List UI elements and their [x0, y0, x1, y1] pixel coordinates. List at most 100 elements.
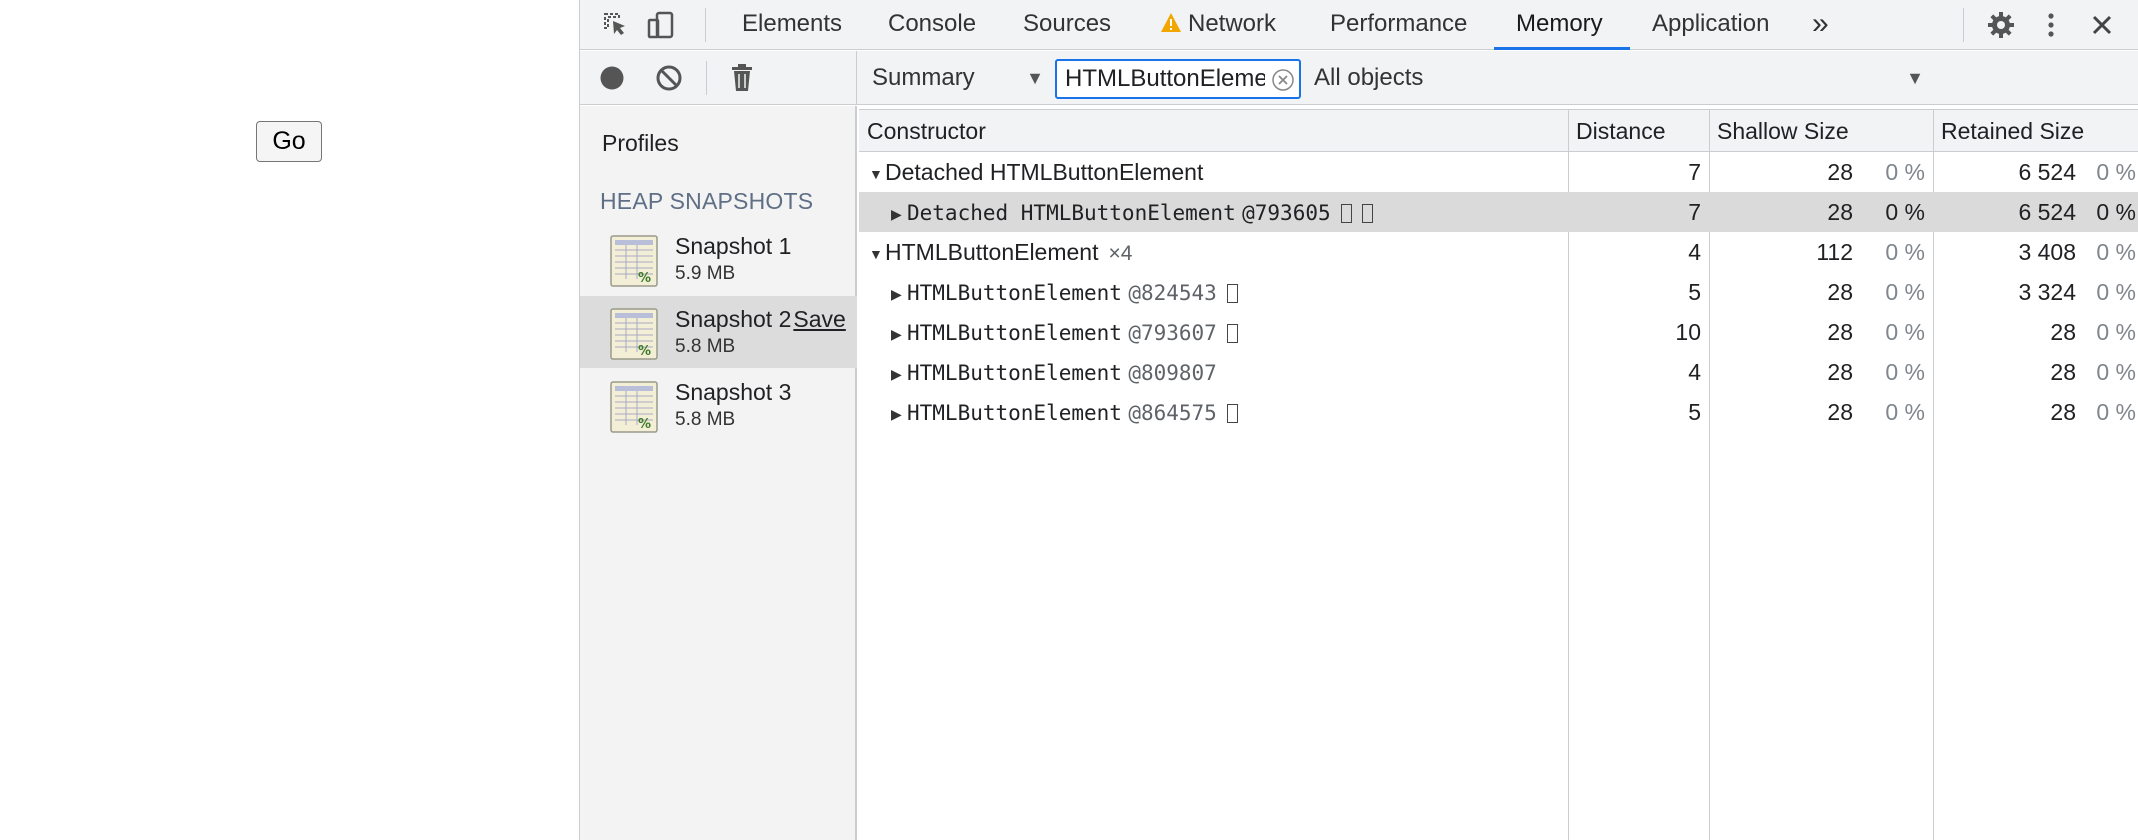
- svg-text:%: %: [638, 344, 651, 359]
- svg-text:%: %: [638, 417, 651, 432]
- constructor-cell: ▶ HTMLButtonElement @864575: [891, 392, 1559, 432]
- shallow-size-percent: 0 %: [1885, 199, 1925, 225]
- snapshot-item-1[interactable]: % Snapshot 1 5.9 MB: [580, 223, 857, 295]
- view-select[interactable]: Summary ▼: [872, 61, 1044, 95]
- distance-cell: 4: [1688, 239, 1701, 265]
- distance-cell: 7: [1688, 199, 1701, 225]
- collapsed-triangle-icon[interactable]: ▶: [891, 314, 907, 354]
- trash-icon[interactable]: [727, 63, 757, 93]
- constructor-name: HTMLButtonElement: [885, 239, 1099, 265]
- collapsed-triangle-icon[interactable]: ▶: [891, 354, 907, 394]
- retained-size-percent: 0 %: [2096, 319, 2136, 345]
- shallow-size-percent: 0 %: [1885, 359, 1925, 385]
- shallow-size-cell: 28: [1827, 199, 1853, 225]
- column-header-distance[interactable]: Distance: [1568, 110, 1709, 151]
- settings-gear-icon[interactable]: [1985, 9, 2017, 41]
- shallow-size-cell: 28: [1827, 279, 1853, 305]
- table-row[interactable]: ▶ Detached HTMLButtonElement @793605 7 28 0 …: [859, 192, 2138, 232]
- retained-size-cell: 6 524: [2018, 199, 2076, 225]
- close-icon[interactable]: [2086, 9, 2118, 41]
- toolbar-separator: [706, 61, 707, 95]
- tab-sources[interactable]: Sources: [1023, 0, 1111, 50]
- shallow-size-cell: 28: [1827, 159, 1853, 185]
- retained-size-cell: 28: [2050, 399, 2076, 425]
- class-filter-input[interactable]: HTMLButtonElement: [1055, 59, 1301, 99]
- shallow-size-cell: 28: [1827, 359, 1853, 385]
- clear-icon[interactable]: [654, 63, 684, 93]
- constructor-cell: ▶ HTMLButtonElement @793607: [891, 312, 1559, 352]
- constructor-cell: ▶ HTMLButtonElement @809807: [891, 352, 1559, 392]
- clear-filter-icon[interactable]: [1272, 69, 1294, 91]
- snapshot-item-3[interactable]: % Snapshot 3 5.8 MB: [580, 369, 857, 441]
- snapshot-item-2[interactable]: % Snapshot 2Save 5.8 MB: [580, 296, 857, 368]
- device-toolbar-icon[interactable]: [645, 9, 677, 41]
- table-row[interactable]: ▶ HTMLButtonElement @809807 4 28 0 % 28 0 %: [859, 352, 2138, 392]
- tab-console[interactable]: Console: [888, 0, 976, 50]
- missing-glyph-icon: [1226, 284, 1238, 303]
- devtools-panel: Elements Console Sources Network Perform…: [579, 0, 2138, 840]
- tab-performance[interactable]: Performance: [1330, 0, 1467, 50]
- tab-application[interactable]: Application: [1652, 0, 1769, 50]
- snapshot-name: Snapshot 3: [675, 379, 792, 405]
- tab-network-label: Network: [1188, 10, 1277, 37]
- table-row[interactable]: ▶ HTMLButtonElement @824543 5 28 0 % 3 324 0 %: [859, 272, 2138, 312]
- chevron-down-icon: ▼: [1026, 68, 1044, 88]
- record-icon[interactable]: [597, 63, 627, 93]
- retained-size-percent: 0 %: [2096, 199, 2136, 225]
- table-row[interactable]: ▶ HTMLButtonElement @864575 5 28 0 % 28 0 %: [859, 392, 2138, 432]
- shallow-size-cell: 28: [1827, 399, 1853, 425]
- class-filter-value: HTMLButtonElement: [1065, 65, 1265, 92]
- snapshot-size: 5.8 MB: [675, 336, 736, 357]
- warning-icon: [1160, 3, 1182, 51]
- heap-snapshot-icon: %: [610, 308, 658, 360]
- retained-size-percent: 0 %: [2096, 399, 2136, 425]
- tab-elements[interactable]: Elements: [742, 0, 842, 50]
- go-button[interactable]: Go: [256, 121, 322, 162]
- shallow-size-cell: 28: [1827, 319, 1853, 345]
- snapshot-name: Snapshot 2Save: [675, 306, 846, 333]
- shallow-size-percent: 0 %: [1885, 319, 1925, 345]
- expanded-triangle-icon[interactable]: ▼: [869, 154, 885, 194]
- tab-network[interactable]: Network: [1160, 0, 1276, 50]
- save-snapshot-link[interactable]: Save: [793, 306, 845, 332]
- tabbar-separator: [1963, 8, 1964, 42]
- tabbar-separator: [705, 8, 706, 42]
- constructor-cell: ▶ HTMLButtonElement @824543: [891, 272, 1559, 312]
- heap-snapshot-icon: %: [610, 381, 658, 433]
- collapsed-triangle-icon[interactable]: ▶: [891, 274, 907, 314]
- constructor-name: Detached HTMLButtonElement: [885, 159, 1204, 185]
- distance-cell: 5: [1688, 279, 1701, 305]
- object-id: @793607: [1128, 321, 1217, 345]
- column-header-retained-size[interactable]: Retained Size: [1933, 110, 2138, 151]
- constructor-name: Detached HTMLButtonElement: [907, 201, 1236, 225]
- objects-select[interactable]: All objects ▼: [1314, 61, 1924, 95]
- constructor-cell: ▶ Detached HTMLButtonElement @793605: [891, 192, 1559, 232]
- screen: Go Elements Console Sources Network Perf…: [0, 0, 2138, 840]
- inspect-element-icon[interactable]: [600, 9, 632, 41]
- collapsed-triangle-icon[interactable]: ▶: [891, 394, 907, 434]
- table-row[interactable]: ▶ HTMLButtonElement @793607 10 28 0 % 28 0 %: [859, 312, 2138, 352]
- constructor-cell: ▼HTMLButtonElement ×4: [869, 232, 1559, 272]
- more-tabs-icon[interactable]: »: [1812, 0, 1829, 50]
- instance-count: ×4: [1108, 242, 1133, 265]
- heap-snapshots-heading: HEAP SNAPSHOTS: [600, 188, 814, 214]
- tab-memory[interactable]: Memory: [1516, 0, 1603, 50]
- svg-text:%: %: [638, 271, 651, 286]
- heap-summary-table: Constructor Distance Shallow Size Retain…: [859, 106, 2138, 840]
- snapshot-name: Snapshot 1: [675, 233, 792, 259]
- chevron-down-icon: ▼: [1906, 68, 1924, 88]
- table-row[interactable]: ▼HTMLButtonElement ×4 4 112 0 % 3 408 0 %: [859, 232, 2138, 272]
- retained-size-cell: 3 408: [2018, 239, 2076, 265]
- column-header-shallow-size[interactable]: Shallow Size: [1709, 110, 1933, 151]
- more-vertical-icon[interactable]: [2035, 9, 2067, 41]
- snapshot-size: 5.8 MB: [675, 409, 736, 430]
- distance-cell: 10: [1675, 319, 1701, 345]
- column-header-constructor[interactable]: Constructor: [859, 110, 1568, 151]
- memory-toolbar: Summary ▼ HTMLButtonElement All objects …: [580, 51, 2138, 105]
- object-id: @809807: [1128, 361, 1217, 385]
- collapsed-triangle-icon[interactable]: ▶: [891, 194, 907, 234]
- missing-glyph-icon: [1361, 204, 1373, 223]
- expanded-triangle-icon[interactable]: ▼: [869, 234, 885, 274]
- table-row[interactable]: ▼Detached HTMLButtonElement 7 28 0 % 6 524 0 …: [859, 152, 2138, 192]
- distance-cell: 5: [1688, 399, 1701, 425]
